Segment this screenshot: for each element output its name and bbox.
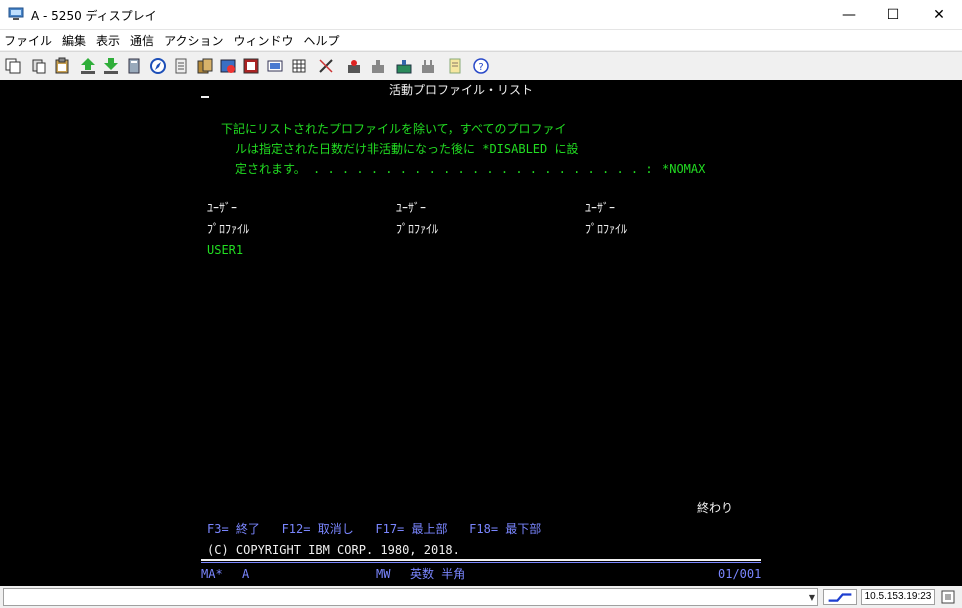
svg-text:?: ? — [478, 62, 483, 73]
function-keys: F3= 終了 F12= 取消し F17= 最上部 F18= 最下部 — [207, 522, 542, 536]
stop-icon[interactable] — [369, 57, 387, 75]
maximize-icon: ☐ — [886, 7, 900, 23]
copy-icon[interactable] — [4, 57, 22, 75]
menu-view[interactable]: 表示 — [96, 32, 120, 49]
menu-help[interactable]: ヘルプ — [303, 32, 339, 49]
settings-icon[interactable] — [419, 57, 437, 75]
receive-file-icon[interactable] — [102, 57, 120, 75]
record-icon[interactable] — [242, 57, 260, 75]
session-icon[interactable] — [940, 589, 958, 605]
data-transfer-icon[interactable] — [196, 57, 214, 75]
oia-cursor-position: 01/001 — [718, 567, 762, 581]
chevron-down-icon[interactable]: ▼ — [805, 588, 819, 606]
keyboard-icon[interactable] — [395, 57, 413, 75]
menu-action[interactable]: アクション — [164, 32, 223, 49]
send-file-icon[interactable] — [79, 57, 97, 75]
notes-icon[interactable] — [446, 57, 464, 75]
description-line-2: ルは指定された日数だけ非活動になった後に *DISABLED に設 — [235, 142, 579, 156]
copyright-line: (C) COPYRIGHT IBM CORP. 1980, 2018. — [207, 543, 460, 557]
oia-mw: MW — [376, 567, 391, 581]
edit-icon[interactable] — [317, 57, 335, 75]
column-header-2-line-1: ﾕｰｻﾞｰ — [396, 201, 427, 215]
clipboard-icon[interactable] — [53, 57, 71, 75]
text-cursor — [201, 96, 209, 98]
menu-file[interactable]: ファイル — [4, 32, 52, 49]
help-icon[interactable]: ? — [472, 57, 490, 75]
minimize-icon: — — [842, 7, 856, 23]
host-address: 10.5.153.19:23 — [861, 589, 935, 605]
title-bar: A - 5250 ディスプレイ — ☐ ✕ — [0, 0, 962, 30]
oia-input-mode: 英数 半角 — [410, 567, 466, 581]
minimize-button[interactable]: — — [826, 0, 872, 30]
column-header-3-line-1: ﾕｰｻﾞｰ — [585, 201, 616, 215]
status-bar: ▼ 10.5.153.19:23 — [0, 586, 962, 608]
terminal-screen[interactable]: 活動プロファイル・リスト 下記にリストされたプロファイルを除いて，すべてのプロフ… — [0, 80, 962, 586]
oia-divider — [201, 559, 761, 561]
connection-signal-icon — [823, 589, 857, 605]
oia-ma: MA* — [201, 567, 223, 581]
log-icon[interactable] — [172, 57, 190, 75]
window-title: A - 5250 ディスプレイ — [31, 9, 157, 23]
column-header-1-line-1: ﾕｰｻﾞｰ — [207, 201, 238, 215]
navigator-icon[interactable] — [149, 57, 167, 75]
description-line-1: 下記にリストされたプロファイルを除いて，すべてのプロファイ — [221, 122, 567, 136]
macro-icon[interactable] — [219, 57, 237, 75]
menu-bar: ファイル 編集 表示 通信 アクション ウィンドウ ヘルプ — [0, 30, 962, 50]
screen-title: 活動プロファイル・リスト — [389, 83, 534, 97]
nomax-value: *NOMAX — [662, 162, 706, 176]
close-button[interactable]: ✕ — [916, 0, 962, 30]
maximize-button[interactable]: ☐ — [870, 0, 916, 30]
column-header-2-line-2: ﾌﾟﾛﾌｧｲﾙ — [396, 222, 439, 236]
close-icon: ✕ — [933, 7, 945, 23]
print-screen-icon[interactable] — [125, 57, 143, 75]
oia-session: A — [242, 567, 250, 581]
toolbar: ? — [0, 51, 962, 79]
play-macro-icon[interactable] — [345, 57, 363, 75]
end-indicator: 終わり — [697, 501, 734, 515]
profile-entry[interactable]: USER1 — [207, 243, 243, 257]
status-message — [3, 588, 818, 606]
monitor-icon — [8, 7, 24, 20]
calculator-icon[interactable] — [290, 57, 308, 75]
menu-edit[interactable]: 編集 — [62, 32, 86, 49]
oia-divider-inner — [201, 562, 761, 563]
keypad-icon[interactable] — [266, 57, 284, 75]
menu-communication[interactable]: 通信 — [130, 32, 154, 49]
column-header-1-line-2: ﾌﾟﾛﾌｧｲﾙ — [207, 222, 250, 236]
menu-window[interactable]: ウィンドウ — [233, 32, 293, 49]
column-header-3-line-2: ﾌﾟﾛﾌｧｲﾙ — [585, 222, 628, 236]
paste-icon[interactable] — [30, 57, 48, 75]
description-line-3: 定されます。 . . . . . . . . . . . . . . . . .… — [235, 162, 653, 176]
